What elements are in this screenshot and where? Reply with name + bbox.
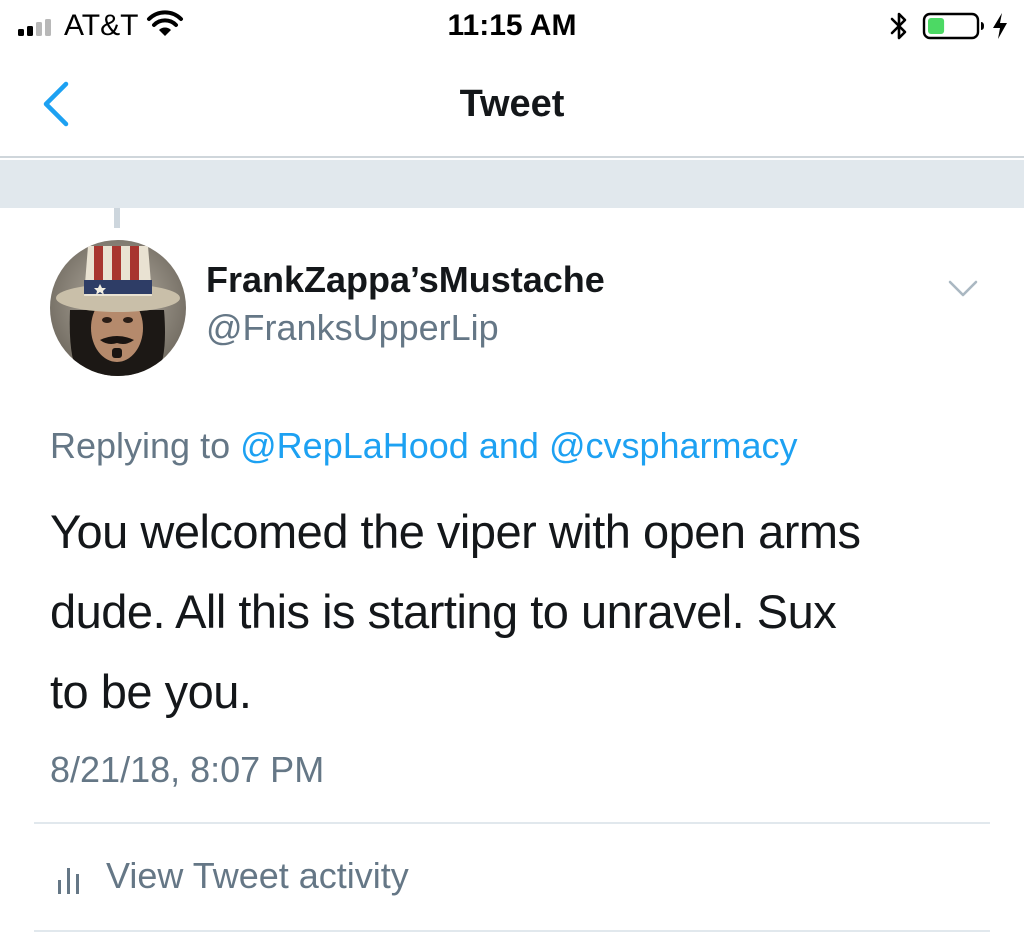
tweet-text-line: dude. All this is starting to unravel. S… <box>50 585 837 638</box>
tweet-options-button[interactable] <box>940 268 986 308</box>
bar-chart-icon <box>58 868 79 894</box>
view-tweet-activity-label: View Tweet activity <box>106 855 409 896</box>
divider <box>34 930 990 932</box>
signal-bar <box>45 18 51 36</box>
view-tweet-activity-button[interactable]: View Tweet activity <box>34 824 990 928</box>
page-title: Tweet <box>459 83 565 125</box>
tweet-text-line: You welcomed the viper with open arms <box>50 505 861 558</box>
thread-connector <box>114 208 120 228</box>
tweet-text-line: to be you. <box>50 665 252 718</box>
avatar[interactable] <box>50 240 186 376</box>
chevron-left-icon <box>43 81 69 127</box>
mention-conjunction: and <box>478 425 539 466</box>
tweet-timestamp: 8/21/18, 8:07 PM <box>50 749 325 790</box>
wifi-icon <box>147 10 183 36</box>
mention-link[interactable]: @cvspharmacy <box>549 425 798 466</box>
mention-link[interactable]: @RepLaHood <box>240 425 469 466</box>
username[interactable]: @FranksUpperLip <box>206 306 499 350</box>
signal-bar <box>36 22 42 36</box>
display-name[interactable]: FrankZappa’sMustache <box>206 258 605 302</box>
battery-icon <box>922 12 984 40</box>
charging-icon <box>993 13 1007 39</box>
status-bar: AT&T 11:15 AM <box>0 0 1024 52</box>
signal-bar <box>18 29 24 36</box>
chevron-down-icon <box>948 280 978 297</box>
section-separator <box>0 160 1024 208</box>
replying-prefix: Replying to <box>50 425 231 466</box>
back-button[interactable] <box>30 74 84 134</box>
signal-icon <box>18 18 56 36</box>
bluetooth-icon <box>890 12 907 40</box>
carrier-label: AT&T <box>64 9 139 42</box>
tweet-text: You welcomed the viper with open arms du… <box>50 492 1000 732</box>
signal-bar <box>27 25 33 36</box>
replying-to: Replying to @RepLaHood and @cvspharmacy <box>50 424 798 468</box>
navigation-bar: Tweet <box>0 52 1024 158</box>
avatar-image <box>50 240 186 376</box>
